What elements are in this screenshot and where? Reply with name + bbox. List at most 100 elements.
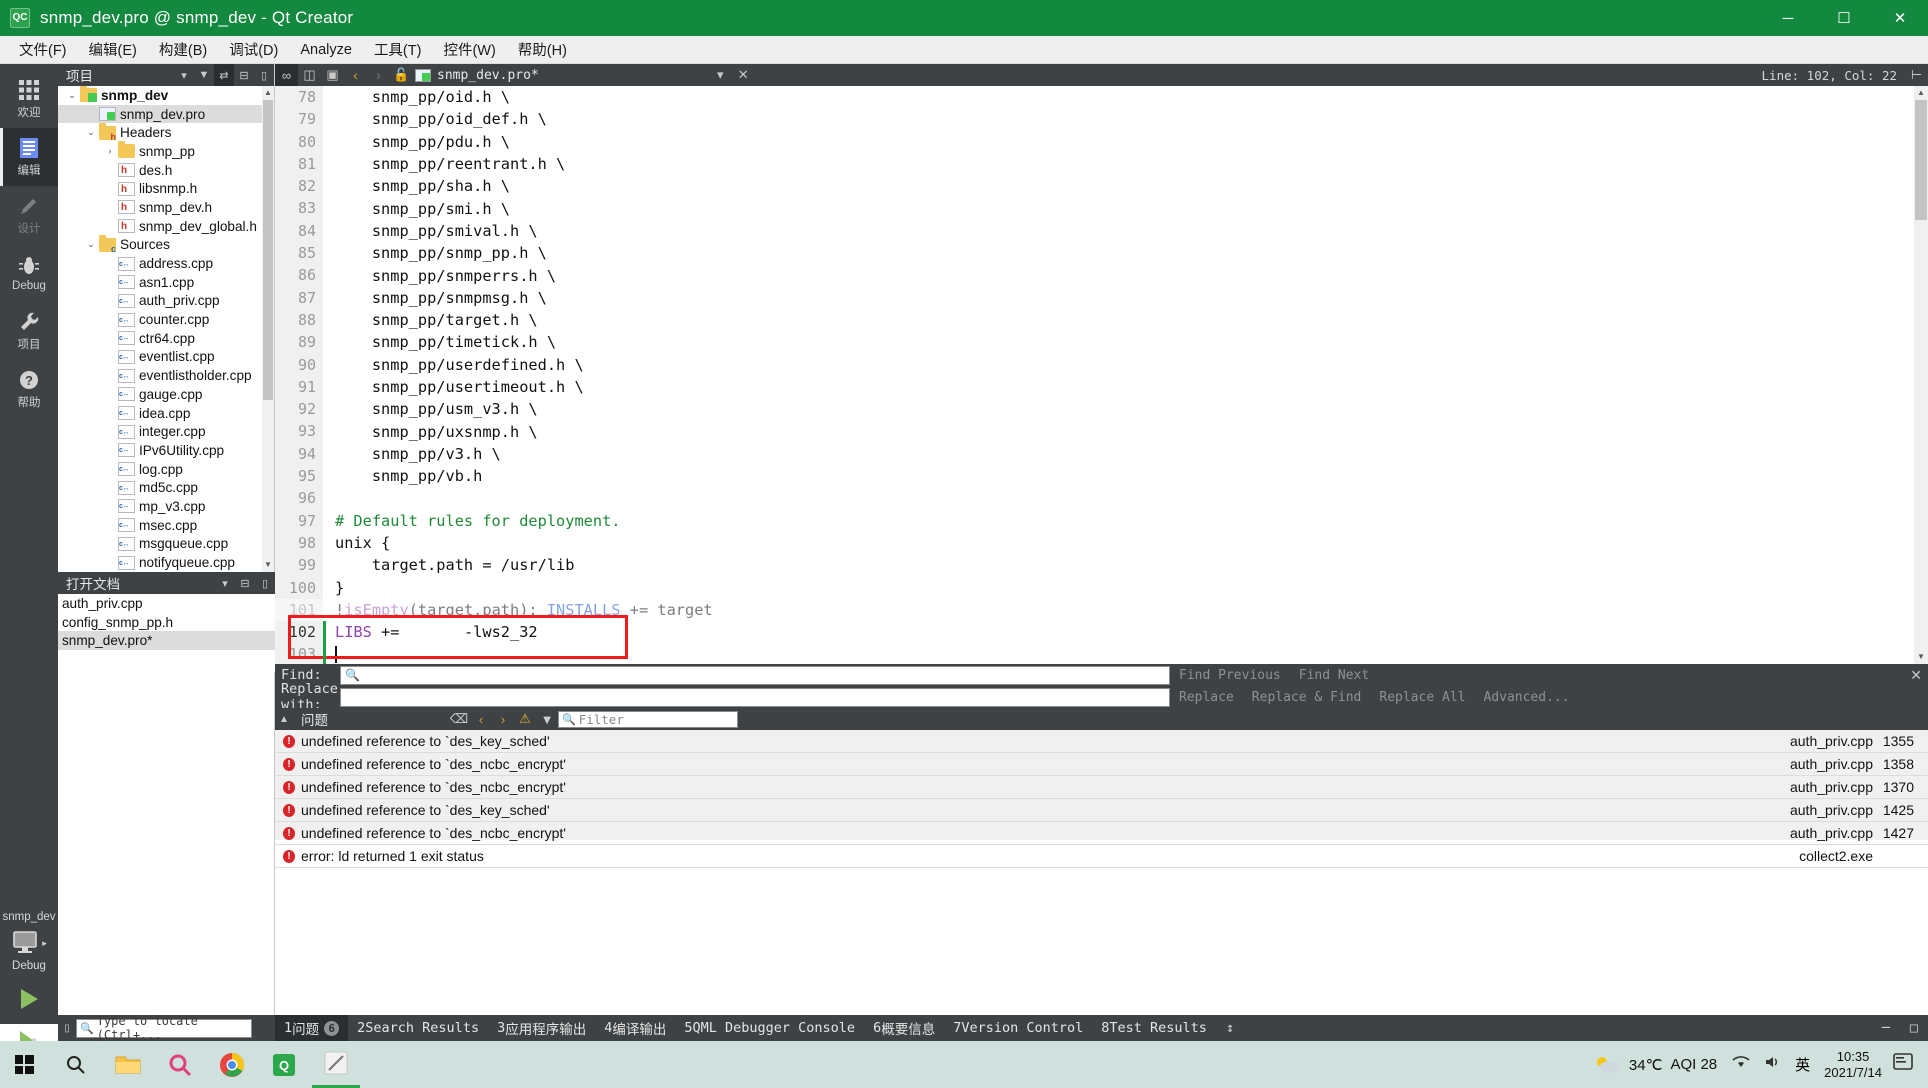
issue-row[interactable]: ! undefined reference to `des_key_sched' a… — [275, 799, 1928, 822]
output-maximize-button[interactable]: □ — [1900, 1020, 1928, 1036]
code-line[interactable]: 87 snmp_pp/snmpmsg.h \ — [275, 286, 1928, 309]
tree-item[interactable]: asn1.cpp — [58, 273, 263, 292]
filter-icon[interactable]: ▼​ — [194, 64, 214, 86]
tree-item[interactable]: snmp_dev_global.h — [58, 217, 263, 236]
tree-item[interactable]: snmp_dev.h — [58, 198, 263, 217]
close-button[interactable]: ✕ — [1872, 0, 1928, 36]
chevron-down-icon[interactable]: ⌄ — [83, 239, 99, 250]
output-tab[interactable]: 3 应用程序输出 — [488, 1015, 595, 1041]
collapse-icon[interactable]: ▲ — [275, 714, 293, 725]
menu-item-debug[interactable]: 调试(D) — [218, 35, 289, 64]
code-line[interactable]: 94 snmp_pp/v3.h \ — [275, 442, 1928, 466]
tree-item[interactable]: notifyqueue.cpp — [58, 553, 263, 572]
issues-filter-input[interactable]: 🔍 Filter — [558, 710, 738, 728]
split-editor-icon[interactable]: ◫ — [298, 64, 321, 86]
menu-item-help[interactable]: 帮助(H) — [507, 35, 578, 64]
issue-row[interactable]: ! undefined reference to `des_ncbc_encryp… — [275, 776, 1928, 799]
tree-item[interactable]: idea.cpp — [58, 404, 263, 423]
project-tree[interactable]: ⌄ snmp_dev snmp_dev.pro ⌄ Headers› snmp_ppdes… — [58, 86, 263, 572]
chevron-down-icon[interactable]: ▾ — [174, 64, 194, 86]
menu-item-build[interactable]: 构建(B) — [148, 35, 218, 64]
close-icon[interactable]: ▯ — [255, 572, 275, 594]
code-line[interactable]: 95 snmp_pp/vb.h — [275, 465, 1928, 488]
code-line[interactable]: 91 snmp_pp/usertimeout.h \ — [275, 375, 1928, 399]
kit-target-icon[interactable]: ▸ — [0, 926, 58, 960]
tree-item[interactable]: address.cpp — [58, 254, 263, 273]
code-line[interactable]: 98 unix { — [275, 531, 1928, 555]
volume-icon[interactable] — [1763, 1054, 1783, 1075]
menu-item-tools[interactable]: 工具(T) — [363, 35, 433, 64]
close-editor-button[interactable]: ✕ — [732, 64, 755, 86]
tree-item[interactable]: msgqueue.cpp — [58, 535, 263, 554]
scroll-up-icon[interactable]: ▲ — [1914, 86, 1928, 100]
replace-button[interactable]: Replace — [1170, 690, 1243, 705]
scrollbar-thumb[interactable] — [263, 100, 273, 400]
locator-input[interactable]: 🔍 Type to locate (Ctrl+... — [76, 1014, 252, 1042]
tree-item[interactable]: snmp_dev.pro — [58, 104, 263, 124]
output-minimize-button[interactable]: ─ — [1872, 1020, 1900, 1036]
code-line[interactable]: 103 — [275, 643, 1928, 664]
code-editor[interactable]: 78 snmp_pp/oid.h \ 79 snmp_pp/oid_def.h \… — [275, 86, 1928, 664]
issue-row[interactable]: ! undefined reference to `des_ncbc_encryp… — [275, 822, 1928, 845]
run-button[interactable] — [0, 978, 58, 1020]
code-line[interactable]: 97 # Default rules for deployment. — [275, 509, 1928, 532]
code-line[interactable]: 88 snmp_pp/target.h \ — [275, 308, 1928, 332]
find-next-button[interactable]: Find Next — [1290, 668, 1378, 683]
mode-welcome[interactable]: 欢迎 — [0, 70, 58, 128]
issue-row[interactable]: ! undefined reference to `des_key_sched' a… — [275, 730, 1928, 753]
code-line[interactable]: 82 snmp_pp/sha.h \ — [275, 175, 1928, 198]
code-line[interactable]: 99 target.path = /usr/lib — [275, 554, 1928, 577]
scroll-down-icon[interactable]: ▼ — [1914, 650, 1928, 664]
code-line[interactable]: 78 snmp_pp/oid.h \ — [275, 86, 1928, 109]
code-line[interactable]: 89 snmp_pp/timetick.h \ — [275, 331, 1928, 354]
scroll-up-icon[interactable]: ▲ — [262, 86, 274, 100]
tree-item[interactable]: msec.cpp — [58, 516, 263, 535]
output-tab-list[interactable]: 1 问题 6 2 Search Results 3 应用程序输出 4 编译输出 5 QML… — [275, 1015, 1244, 1041]
file-dropdown-icon[interactable]: ▾ — [709, 64, 732, 86]
issue-row[interactable]: ! undefined reference to `des_ncbc_encryp… — [275, 753, 1928, 776]
windows-start-button[interactable] — [0, 1041, 48, 1088]
tree-item[interactable]: IPv6Utility.cpp — [58, 441, 263, 460]
code-line[interactable]: 92 snmp_pp/usm_v3.h \ — [275, 398, 1928, 421]
prev-issue-icon[interactable]: ‹ — [470, 712, 492, 727]
find-previous-button[interactable]: Find Previous — [1170, 668, 1290, 683]
tree-item[interactable]: counter.cpp — [58, 310, 263, 329]
code-line[interactable]: 93 snmp_pp/uxsnmp.h \ — [275, 420, 1928, 443]
minimize-button[interactable]: ─ — [1760, 0, 1816, 36]
code-line[interactable]: 101 !isEmpty(target.path): INSTALLS += ta… — [275, 598, 1928, 622]
code-line[interactable]: 79 snmp_pp/oid_def.h \ — [275, 108, 1928, 131]
qq-button[interactable]: Q — [260, 1041, 308, 1088]
code-line[interactable]: 100} — [275, 576, 1928, 599]
chevron-down-icon[interactable]: ▾ — [215, 572, 235, 594]
open-document-item[interactable]: config_snmp_pp.h — [58, 613, 275, 632]
close-find-bar-button[interactable]: ✕ — [1910, 667, 1922, 684]
filter-icon[interactable]: ▼ — [536, 712, 558, 727]
split-icon[interactable]: ⊟ — [235, 572, 255, 594]
tree-item[interactable]: md5c.cpp — [58, 478, 263, 497]
tree-item[interactable]: log.cpp — [58, 460, 263, 479]
chevron-right-icon[interactable]: › — [102, 146, 118, 156]
replace-and-find-button[interactable]: Replace & Find — [1243, 690, 1371, 705]
ime-indicator[interactable]: 英 — [1795, 1054, 1810, 1075]
wifi-icon[interactable] — [1731, 1054, 1751, 1075]
chevron-down-icon[interactable]: ⌄ — [64, 90, 80, 101]
scrollbar-thumb[interactable] — [1915, 100, 1927, 220]
tree-item[interactable]: eventlistholder.cpp — [58, 366, 263, 385]
code-line[interactable]: 83 snmp_pp/smi.h \ — [275, 197, 1928, 220]
code-line[interactable]: 84 snmp_pp/smival.h \ — [275, 219, 1928, 243]
file-explorer-button[interactable] — [104, 1041, 152, 1088]
link-icon[interactable]: ∞ — [275, 64, 298, 86]
open-documents-list[interactable]: auth_priv.cpp config_snmp_pp.h snmp_dev.pr… — [58, 594, 275, 651]
code-line[interactable]: 102 LIBS += -lws2_32 — [275, 621, 1928, 644]
tree-item[interactable]: libsnmp.h — [58, 179, 263, 198]
notification-icon[interactable] — [1892, 1052, 1914, 1077]
remove-split-icon[interactable]: ▣ — [321, 64, 344, 86]
sidebar-toggle-icon[interactable]: ▯ — [58, 1015, 76, 1041]
close-icon[interactable]: ▯ — [254, 64, 274, 86]
issues-list[interactable]: ! undefined reference to `des_key_sched' a… — [275, 730, 1928, 868]
find-input[interactable]: 🔍 — [340, 665, 1170, 685]
chrome-button[interactable] — [208, 1041, 256, 1088]
tree-item[interactable]: ⌄ snmp_dev — [58, 86, 263, 105]
mode-edit[interactable]: 编辑 — [0, 128, 58, 186]
output-tab[interactable]: 5 QML Debugger Console — [675, 1015, 864, 1041]
